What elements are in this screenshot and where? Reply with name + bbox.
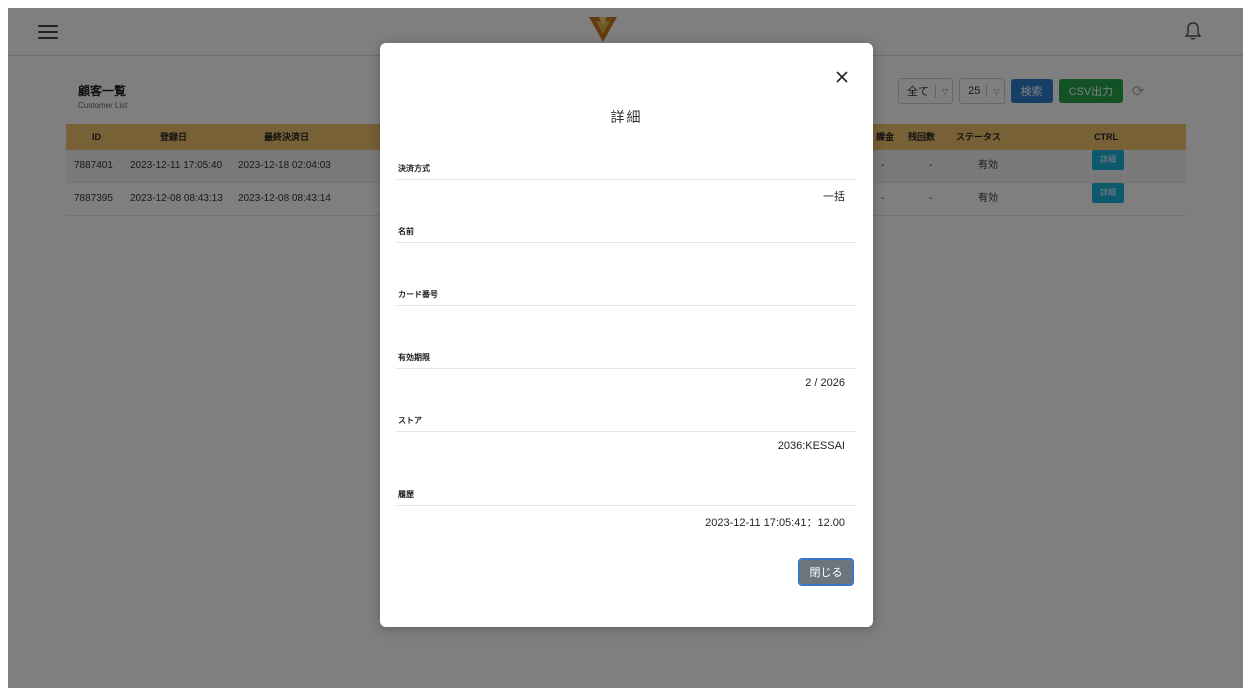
divider — [396, 505, 856, 506]
detail-modal: 詳細 決済方式 一括 名前 カード番号 有効期限 2 / 2026 ストア 20… — [380, 43, 873, 627]
field-value-store: 2036:KESSAI — [777, 440, 845, 452]
field-label-history: 履歴 — [398, 490, 414, 499]
modal-title: 詳細 — [610, 109, 643, 125]
divider — [396, 242, 856, 243]
field-value-expiry: 2 / 2026 — [805, 377, 845, 389]
field-label-store: ストア — [398, 416, 422, 425]
field-value-payment-method: 一括 — [823, 191, 845, 203]
field-value-history: 2023-12-11 17:05:41：12.00 — [705, 517, 845, 529]
divider — [396, 305, 856, 306]
field-label-name: 名前 — [398, 227, 414, 236]
divider — [396, 431, 856, 432]
field-label-expiry: 有効期限 — [398, 353, 430, 362]
field-label-payment-method: 決済方式 — [398, 164, 430, 173]
divider — [396, 179, 856, 180]
field-label-card-number: カード番号 — [398, 290, 438, 299]
divider — [396, 368, 856, 369]
close-button[interactable]: 閉じる — [798, 558, 854, 586]
close-icon[interactable] — [834, 69, 850, 85]
